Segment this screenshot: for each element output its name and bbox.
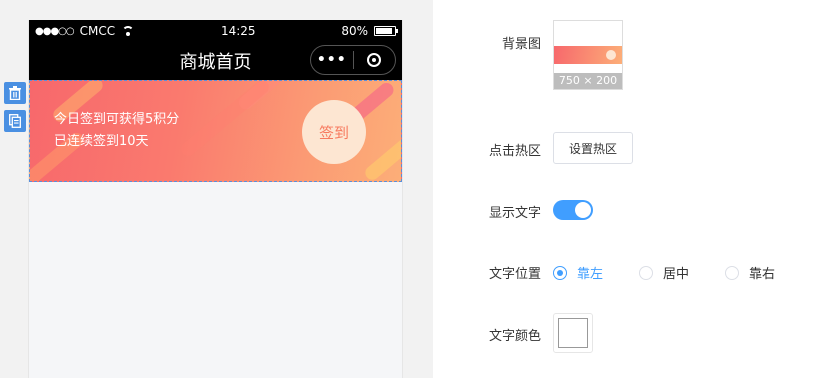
battery-percent: 80% <box>341 24 368 38</box>
text-position-label: 文字位置 <box>488 267 541 282</box>
wifi-icon <box>121 26 135 36</box>
settings-panel: 背景图 750 × 200 点击热区 设置热区 显示文字 文字位置 靠左 居中 … <box>433 0 829 378</box>
status-time: 14:25 <box>220 24 256 38</box>
banner-text: 今日签到可获得5积分 已连续签到10天 <box>54 109 179 153</box>
radio-left[interactable]: 靠左 <box>553 263 603 282</box>
more-icon[interactable]: ••• <box>311 52 353 68</box>
image-size-caption: 750 × 200 <box>554 73 622 89</box>
phone-preview: ●●●○○ CMCC 14:25 80% 商城首页 ••• 今日签到可获得5积分… <box>28 20 403 378</box>
signin-button[interactable]: 签到 <box>302 100 366 164</box>
nav-bar: 商城首页 ••• <box>29 42 402 80</box>
radio-right[interactable]: 靠右 <box>725 263 775 282</box>
text-color-label: 文字颜色 <box>488 329 541 344</box>
close-capsule-icon[interactable] <box>354 53 396 67</box>
text-color-picker[interactable] <box>553 313 593 353</box>
trash-icon[interactable] <box>4 82 26 104</box>
show-text-toggle[interactable] <box>553 200 593 220</box>
set-hotzone-button[interactable]: 设置热区 <box>553 132 633 164</box>
copy-icon[interactable] <box>4 110 26 132</box>
preview-canvas: ●●●○○ CMCC 14:25 80% 商城首页 ••• 今日签到可获得5积分… <box>0 0 433 378</box>
color-swatch <box>558 318 588 348</box>
status-bar: ●●●○○ CMCC 14:25 80% <box>29 20 402 42</box>
background-label: 背景图 <box>501 37 541 52</box>
battery-icon <box>374 26 398 36</box>
banner-line-2: 已连续签到10天 <box>54 134 149 149</box>
signin-banner[interactable]: 今日签到可获得5积分 已连续签到10天 签到 <box>29 80 402 182</box>
mini-program-capsule[interactable]: ••• <box>310 45 396 75</box>
show-text-label: 显示文字 <box>488 206 541 221</box>
background-image-picker[interactable]: 750 × 200 <box>553 20 623 90</box>
signal-icon: ●●●○○ <box>35 25 75 37</box>
hotzone-label: 点击热区 <box>488 144 541 159</box>
page-title: 商城首页 <box>179 52 252 73</box>
carrier-label: CMCC <box>79 24 116 38</box>
banner-line-1: 今日签到可获得5积分 <box>54 112 180 127</box>
radio-center[interactable]: 居中 <box>639 263 689 282</box>
